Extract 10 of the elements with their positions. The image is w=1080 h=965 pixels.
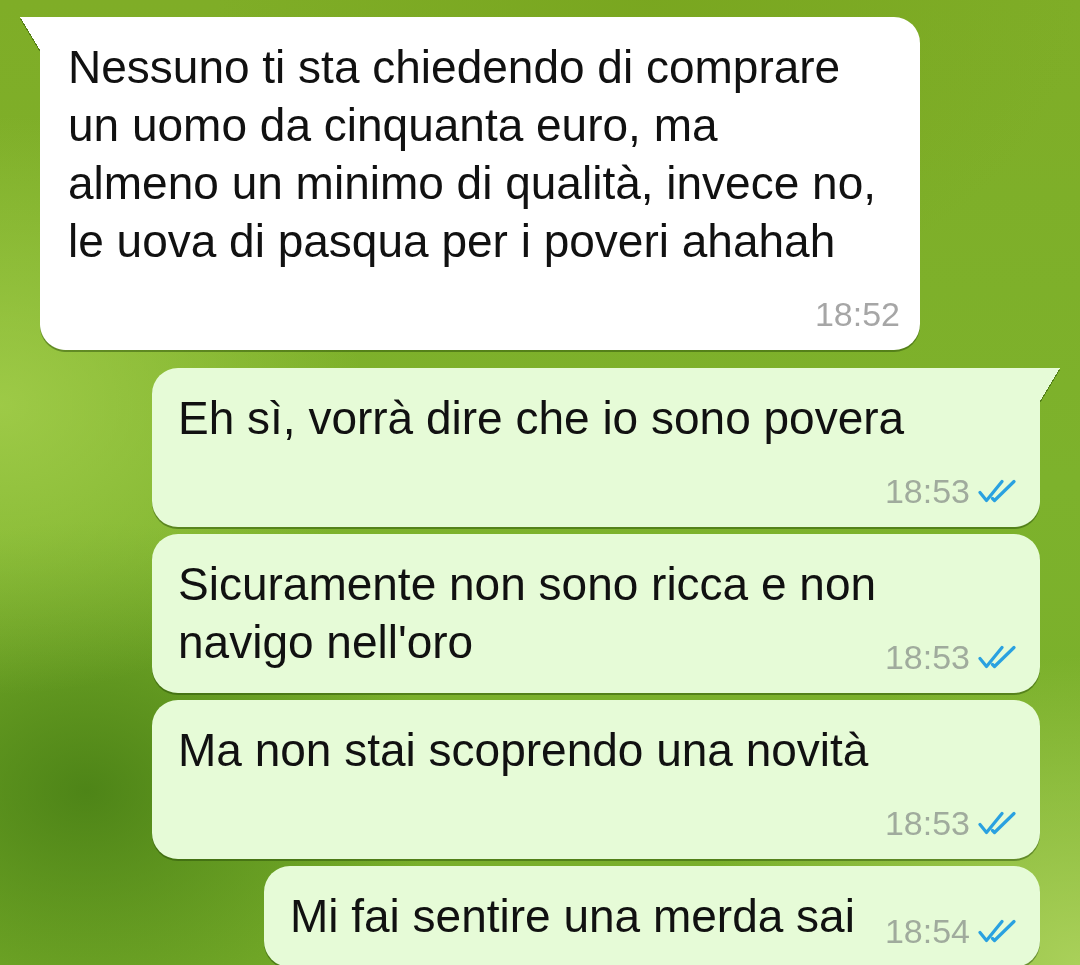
message-text: Ma non stai scoprendo una novità: [178, 724, 869, 776]
message-time: 18:53: [884, 471, 970, 511]
message-text: Sicuramente non sono ricca e non navigo nell'oro: [178, 558, 877, 668]
message-text: Eh sì, vorrà dire che io sono povera: [178, 392, 905, 444]
message-text: Mi fai sentire una merda sai: [289, 890, 855, 942]
message-text: Nessuno ti sta chiedendo di comprare un uomo da cinquanta euro, ma almeno un minimo di qualità, invece no, le uova di pasqua per i poveri ahahah: [68, 41, 876, 267]
message-time: 18:52: [814, 294, 900, 334]
message-time: 18:53: [884, 637, 970, 677]
message-time: 18:53: [884, 803, 970, 843]
message-time: 18:54: [884, 911, 970, 951]
